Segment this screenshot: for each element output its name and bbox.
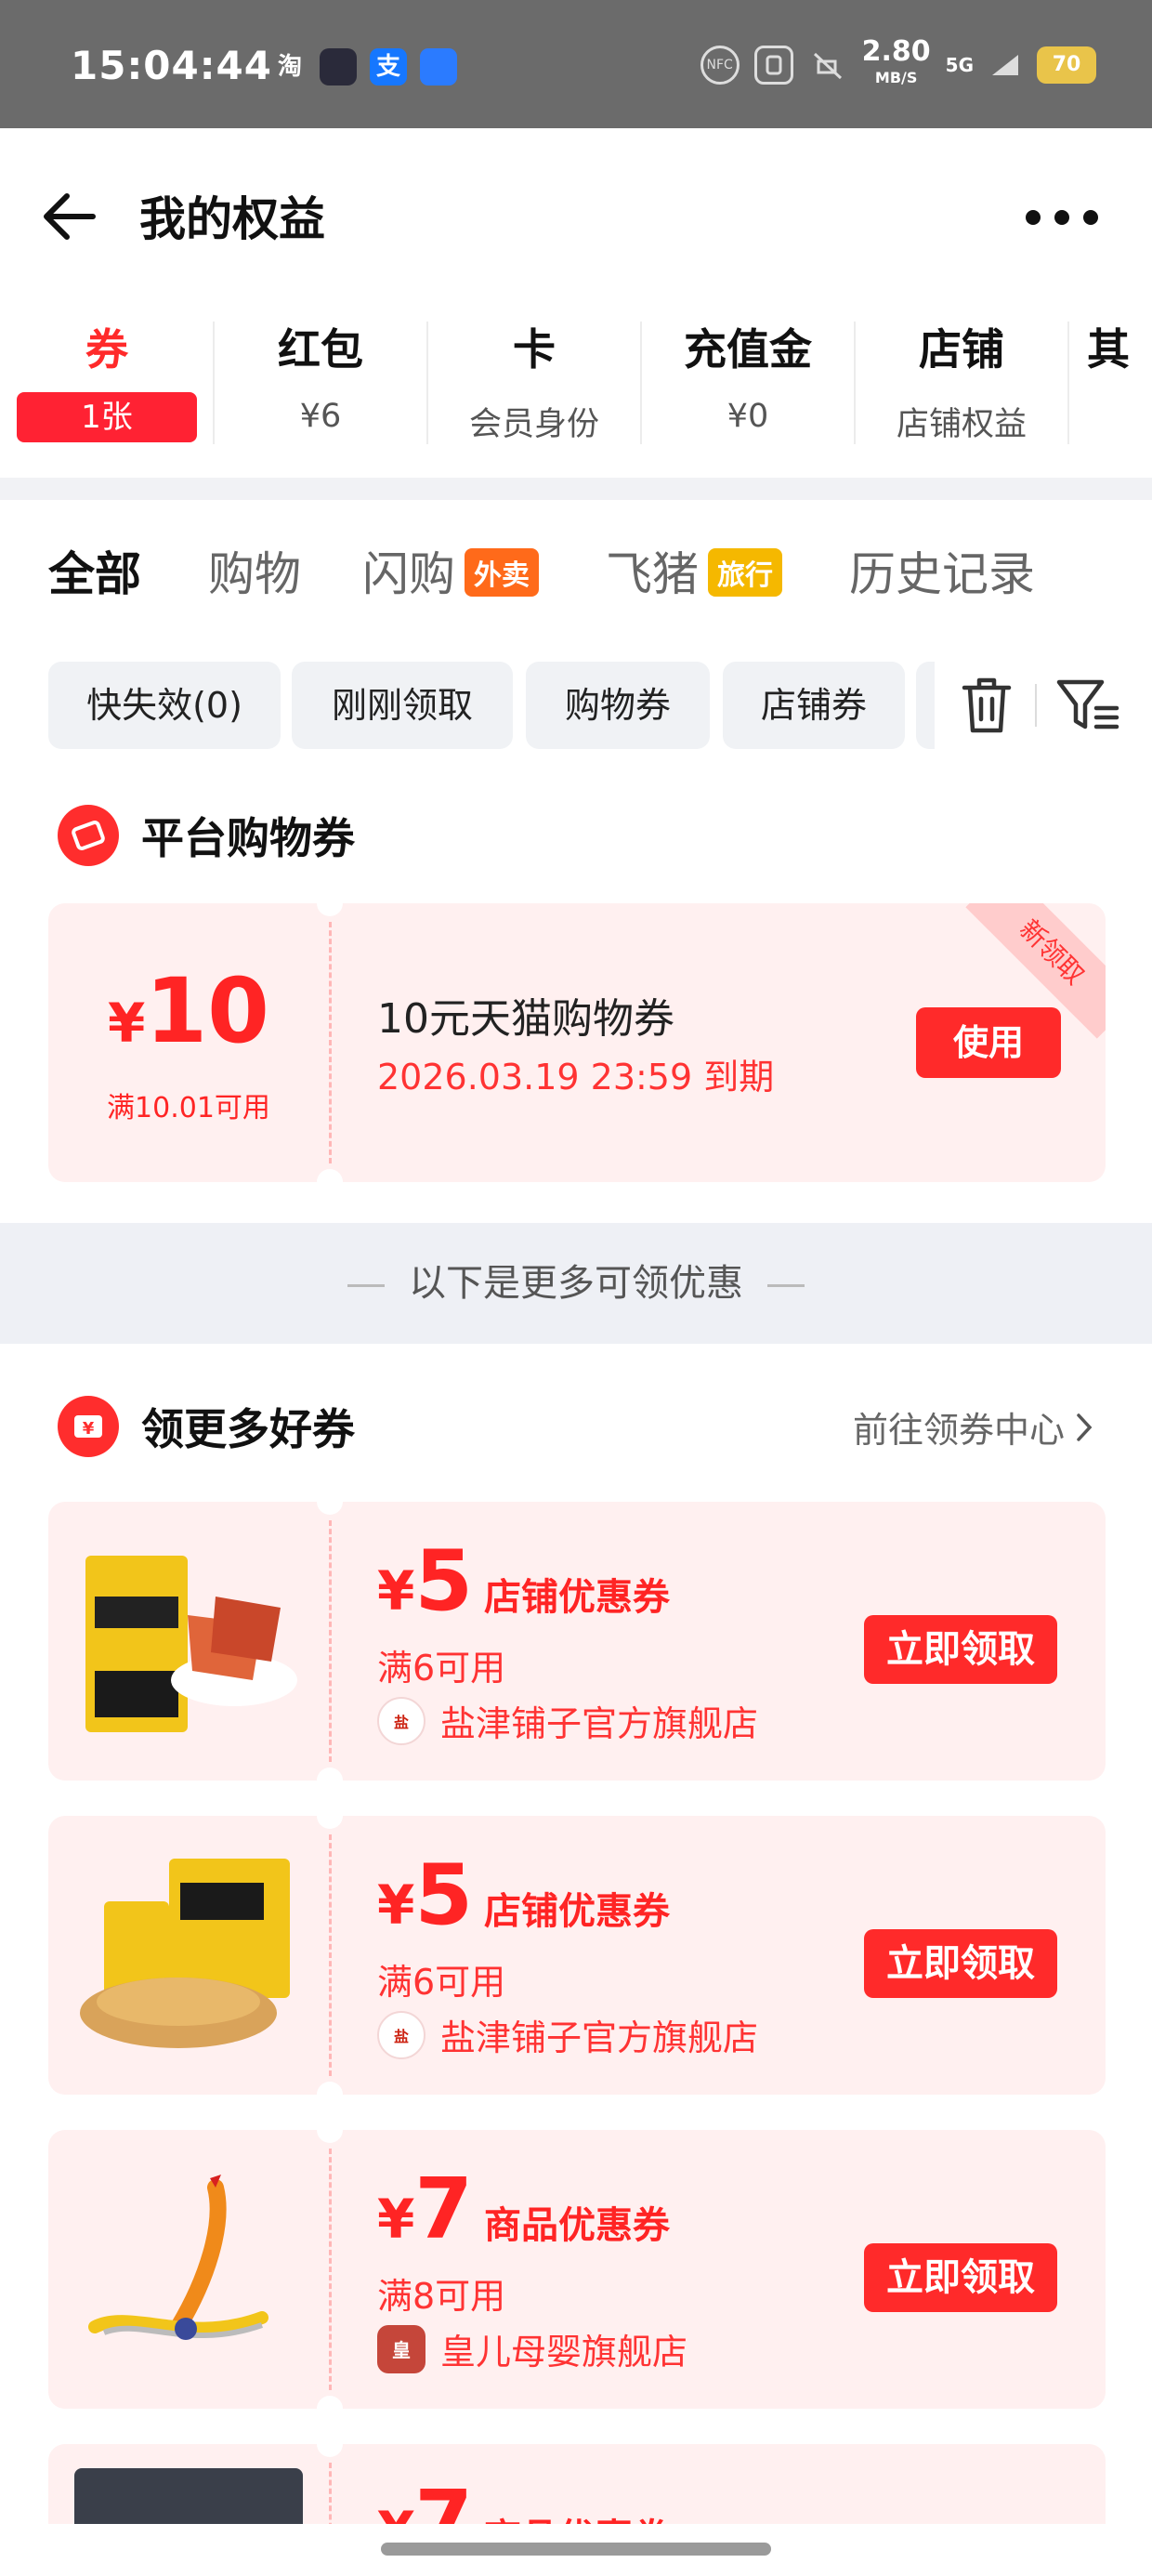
ticket-icon xyxy=(58,805,119,866)
category-sub: ¥6 xyxy=(299,398,342,435)
coupon-name: 10元天猫购物券 xyxy=(377,995,674,1043)
coupon-center-link[interactable]: 前往领券中心 xyxy=(853,1401,1094,1452)
category-card[interactable]: 卡 会员身份 xyxy=(427,316,641,445)
category-store[interactable]: 店铺 店铺权益 xyxy=(855,316,1068,445)
product-coupon-card[interactable]: ¥7商品优惠券 xyxy=(48,2444,1106,2528)
alipay-app-icon: 支 xyxy=(370,48,407,85)
claim-button[interactable]: 立即领取 xyxy=(864,1615,1057,1684)
category-sub: ¥0 xyxy=(727,398,769,435)
shop-name[interactable]: 盐 盐津铺子官方旗舰店 xyxy=(377,1695,758,1746)
category-name: 券 xyxy=(85,324,128,375)
nfc-icon: NFC xyxy=(700,46,740,85)
platform-coupon-card[interactable]: ¥10 满10.01可用 10元天猫购物券 2026.03.19 23:59 到… xyxy=(48,903,1106,1182)
category-sub: 会员身份 xyxy=(468,406,599,443)
network-speed: 2.80 MB/S xyxy=(861,35,931,87)
tab-fliggy[interactable]: 飞猪 旅行 xyxy=(606,537,782,604)
divider xyxy=(0,478,1152,500)
header: 我的权益 xyxy=(0,128,1152,297)
status-bar: 15:04:44 淘 支 NFC 2.80 MB/S 5G 70 xyxy=(0,0,1152,128)
status-icons: NFC 2.80 MB/S 5G 70 xyxy=(700,35,1096,89)
tab-shopping[interactable]: 购物 xyxy=(208,537,301,604)
link-label: 前往领券中心 xyxy=(852,1410,1065,1451)
taobao-app-icon: 淘 xyxy=(277,53,302,81)
coupon-condition: 满6可用 xyxy=(377,1648,506,1689)
tab-label: 闪购 xyxy=(362,547,455,601)
category-sub: 店铺权益 xyxy=(896,406,1027,443)
coupon-amount: ¥7商品优惠券 xyxy=(377,2473,670,2529)
section-title: 平台购物券 xyxy=(141,813,355,863)
use-button[interactable]: 使用 xyxy=(916,1007,1061,1078)
home-indicator[interactable] xyxy=(381,2543,771,2556)
status-time: 15:04:44 xyxy=(71,43,272,88)
chip-shopping-coupon[interactable]: 购物券 xyxy=(526,662,710,749)
more-offers-divider: 以下是更多可领优惠 xyxy=(0,1223,1152,1344)
product-image xyxy=(74,2468,303,2528)
category-name: 其 xyxy=(1087,324,1130,375)
chip-store-coupon[interactable]: 店铺券 xyxy=(723,662,905,749)
waimai-tag: 外卖 xyxy=(465,547,539,597)
battery-indicator: 70 xyxy=(1037,46,1096,84)
product-image xyxy=(76,1855,299,2056)
shop-logo-icon: 皇 xyxy=(377,2324,425,2373)
category-redpacket[interactable]: 红包 ¥6 xyxy=(214,316,427,435)
coupon-condition: 满6可用 xyxy=(377,1962,506,2003)
coupon-center-icon: ¥ xyxy=(58,1396,119,1457)
claim-button[interactable]: 立即领取 xyxy=(864,2243,1057,2312)
back-arrow-icon[interactable] xyxy=(39,184,104,249)
coupon-expiry: 2026.03.19 23:59 到期 xyxy=(377,1057,775,1097)
network-type: 5G xyxy=(945,54,974,76)
chip-expiring[interactable]: 快失效(0) xyxy=(48,662,281,749)
chip-just-received[interactable]: 刚刚领取 xyxy=(292,662,513,749)
music-app-icon xyxy=(320,48,357,85)
coupon-condition: 满10.01可用 xyxy=(107,1092,270,1124)
product-image xyxy=(76,2169,299,2370)
category-name: 店铺 xyxy=(919,324,1004,375)
shop-logo-icon: 盐 xyxy=(377,2010,425,2059)
tab-all[interactable]: 全部 xyxy=(48,537,141,604)
coupon-count-badge: 1张 xyxy=(17,392,197,442)
tab-flash-buy[interactable]: 闪购 外卖 xyxy=(362,537,539,604)
coupon-value: ¥10 满10.01可用 xyxy=(48,903,329,1182)
travel-tag: 旅行 xyxy=(708,547,782,597)
mute-icon xyxy=(808,46,847,85)
product-image xyxy=(76,1541,299,1741)
page-title: 我的权益 xyxy=(139,192,325,246)
svg-text:¥: ¥ xyxy=(83,1419,95,1439)
files-app-icon xyxy=(420,48,457,85)
category-name: 充值金 xyxy=(684,324,812,375)
category-name: 卡 xyxy=(513,324,556,375)
vibrate-icon xyxy=(753,46,793,85)
coupon-amount: 10 xyxy=(145,959,269,1063)
category-tabs: 券 1张 红包 ¥6 卡 会员身份 充值金 ¥0 店铺 店铺权益 其 xyxy=(0,297,1152,478)
store-coupon-card[interactable]: ¥5 店铺优惠券 满6可用 盐 盐津铺子官方旗舰店 立即领取 xyxy=(48,1816,1106,2095)
product-coupon-card[interactable]: ¥7 商品优惠券 满8可用 皇 皇儿母婴旗舰店 立即领取 xyxy=(48,2130,1106,2409)
section-title: 领更多好券 xyxy=(141,1404,355,1454)
trash-icon[interactable] xyxy=(959,673,1015,738)
shop-logo-icon: 盐 xyxy=(377,1696,425,1745)
shop-name[interactable]: 皇 皇儿母婴旗舰店 xyxy=(377,2323,687,2374)
category-coupon[interactable]: 券 1张 xyxy=(0,316,214,442)
coupon-amount: ¥5 店铺优惠券 xyxy=(377,1532,670,1630)
coupon-amount: ¥5 店铺优惠券 xyxy=(377,1847,670,1944)
category-recharge[interactable]: 充值金 ¥0 xyxy=(641,316,855,435)
chevron-right-icon xyxy=(1077,1413,1093,1441)
platform-section-header: 平台购物券 xyxy=(58,803,355,868)
filter-icon[interactable] xyxy=(1055,673,1122,738)
coupon-condition: 满8可用 xyxy=(377,2276,506,2317)
category-other[interactable]: 其 xyxy=(1087,316,1152,377)
tab-history[interactable]: 历史记录 xyxy=(849,537,1035,604)
divider-text: 以下是更多可领优惠 xyxy=(409,1262,743,1305)
more-options-icon[interactable] xyxy=(1026,210,1098,229)
more-section-header: ¥ 领更多好券 xyxy=(58,1394,355,1459)
shop-name[interactable]: 盐 盐津铺子官方旗舰店 xyxy=(377,2009,758,2060)
coupon-amount: ¥7商品优惠券 xyxy=(377,2161,670,2258)
signal-icon xyxy=(988,51,1022,79)
claim-button[interactable]: 立即领取 xyxy=(864,1929,1057,1998)
category-name: 红包 xyxy=(278,324,363,375)
store-coupon-card[interactable]: ¥5 店铺优惠券 满6可用 盐 盐津铺子官方旗舰店 立即领取 xyxy=(48,1502,1106,1781)
tab-label: 飞猪 xyxy=(606,547,699,601)
chip-overflow xyxy=(916,662,935,749)
